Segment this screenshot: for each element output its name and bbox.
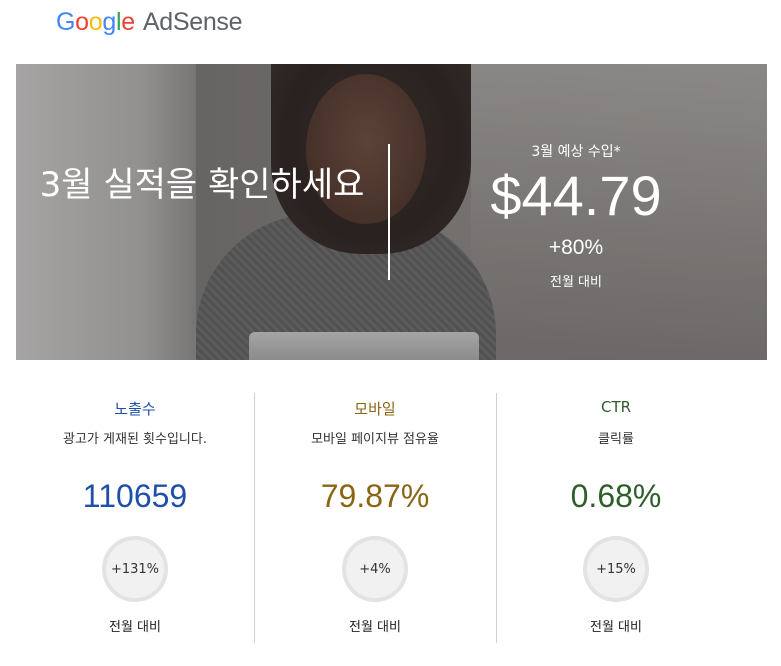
earnings-change: +80% bbox=[548, 236, 604, 259]
metric-title: 노출수 bbox=[114, 400, 156, 418]
metric-value: 79.87% bbox=[320, 478, 430, 514]
logo-letter: o bbox=[75, 7, 89, 36]
logo-letter: o bbox=[88, 7, 103, 36]
metric-impressions: 노출수 광고가 게재된 횟수입니다. 110659 +131% 전월 대비 bbox=[15, 392, 255, 644]
logo-letter: e bbox=[121, 7, 135, 36]
estimated-earnings-label: 3월 예상 수입* bbox=[531, 144, 621, 160]
hero-banner: 3월 실적을 확인하세요 3월 예상 수입* $44.79 +80% 전월 대비 bbox=[16, 64, 767, 360]
metric-title: 모바일 bbox=[354, 400, 396, 418]
metric-change-badge: +4% bbox=[342, 536, 408, 602]
metric-ctr: CTR 클릭률 0.68% +15% 전월 대비 bbox=[496, 392, 736, 644]
estimated-earnings-amount: $44.79 bbox=[490, 164, 662, 227]
metric-compare-label: 전월 대비 bbox=[109, 620, 161, 635]
product-name: AdSense bbox=[142, 7, 243, 36]
metric-description: 모바일 페이지뷰 점유율 bbox=[311, 432, 439, 447]
logo-letter: g bbox=[102, 7, 116, 36]
metric-title: CTR bbox=[600, 398, 632, 416]
hero-title: 3월 실적을 확인하세요 bbox=[39, 165, 365, 205]
metric-description: 광고가 게재된 횟수입니다. bbox=[63, 432, 207, 447]
logo-letter: G bbox=[56, 7, 76, 36]
metric-compare-label: 전월 대비 bbox=[349, 620, 401, 635]
metric-value: 110659 bbox=[82, 478, 188, 514]
metric-change-badge: +131% bbox=[102, 536, 168, 602]
google-adsense-logo: Google AdSense bbox=[56, 6, 243, 38]
metric-compare-label: 전월 대비 bbox=[590, 620, 642, 635]
hero-divider bbox=[388, 144, 390, 280]
metric-value: 0.68% bbox=[570, 478, 662, 514]
earnings-compare-label: 전월 대비 bbox=[550, 275, 602, 290]
metric-change-badge: +15% bbox=[583, 536, 649, 602]
metric-description: 클릭률 bbox=[598, 432, 634, 447]
metric-mobile: 모바일 모바일 페이지뷰 점유율 79.87% +4% 전월 대비 bbox=[255, 392, 495, 644]
